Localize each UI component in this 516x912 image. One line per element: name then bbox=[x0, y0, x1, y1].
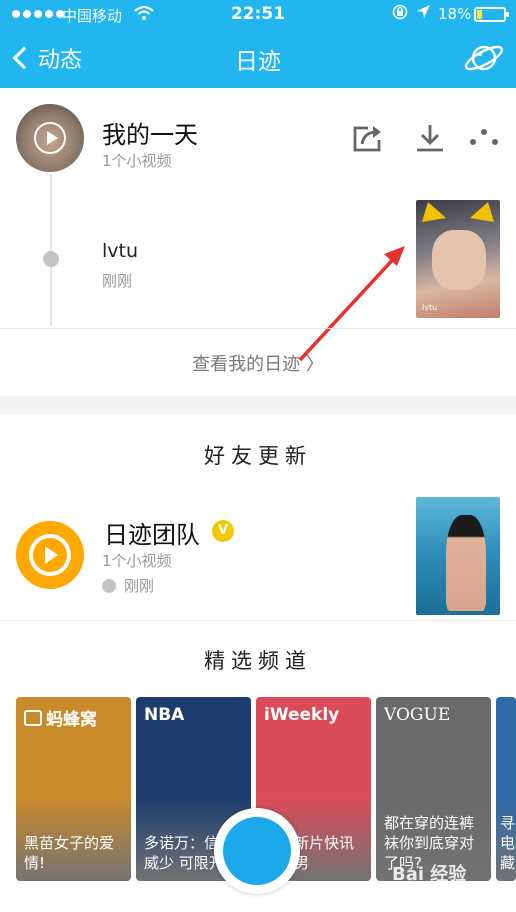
record-icon bbox=[223, 817, 291, 885]
timeline-dot-icon bbox=[102, 578, 116, 593]
more-icon bbox=[470, 129, 498, 145]
page-title: 日迹 bbox=[235, 49, 281, 75]
my-avatar[interactable] bbox=[16, 104, 84, 172]
section-title: 精选频道 bbox=[204, 649, 312, 673]
thumbnail-label: lvtu bbox=[422, 303, 438, 312]
team-time-text: 刚刚 bbox=[124, 577, 155, 595]
channel-card[interactable]: 蚂蜂窝 黑苗女子的爱情! bbox=[16, 697, 131, 881]
section-title: 好友更新 bbox=[204, 444, 312, 468]
channel-card[interactable]: VOGUE 都在穿的连裤袜你到底穿对了吗? bbox=[376, 697, 491, 881]
download-icon bbox=[417, 125, 443, 152]
my-day-subtitle: 1个小视频 bbox=[102, 152, 172, 170]
channel-card[interactable]: 寻电藏 bbox=[496, 697, 516, 881]
entry-name: lvtu bbox=[102, 240, 139, 262]
location-icon bbox=[416, 4, 431, 23]
battery-icon bbox=[474, 7, 509, 22]
watermark: Bai 经验 bbox=[392, 864, 467, 885]
channel-title: 黑苗女子的爱情! bbox=[24, 834, 115, 872]
face-image bbox=[432, 230, 486, 290]
battery-percent: 18% bbox=[438, 5, 472, 23]
channel-brand: NBA bbox=[144, 705, 184, 725]
team-subtitle: 1个小视频 bbox=[102, 552, 172, 570]
share-button[interactable] bbox=[350, 122, 390, 156]
app-header: 中国移动 22:51 18% 动态 日迹 bbox=[0, 0, 516, 88]
channel-brand-name: NBA bbox=[144, 705, 185, 725]
cat-ears-sticker bbox=[422, 202, 494, 222]
rotation-lock-icon bbox=[392, 4, 408, 24]
share-icon bbox=[353, 126, 381, 152]
video-thumbnail[interactable]: lvtu bbox=[416, 200, 500, 318]
person-image bbox=[446, 515, 486, 611]
status-bar: 中国移动 22:51 18% bbox=[0, 0, 516, 30]
verified-badge: V bbox=[212, 520, 234, 542]
divider bbox=[0, 328, 516, 329]
team-time: 刚刚 bbox=[102, 575, 154, 596]
channel-brand: VOGUE bbox=[384, 705, 450, 725]
play-icon bbox=[34, 122, 66, 154]
team-name: 日迹团队 bbox=[104, 521, 200, 549]
planet-button[interactable] bbox=[462, 38, 506, 78]
my-day-title: 我的一天 bbox=[102, 121, 198, 149]
download-button[interactable] bbox=[412, 122, 452, 156]
record-button[interactable] bbox=[214, 808, 300, 894]
channel-brand-name: iWeekly bbox=[264, 705, 340, 725]
battery-fill bbox=[477, 10, 482, 19]
mafengwo-logo-icon bbox=[24, 709, 42, 726]
timeline-line bbox=[50, 174, 52, 326]
friends-section: 好友更新 日迹团队 V 1个小视频 刚刚 bbox=[0, 414, 516, 620]
timeline-node bbox=[43, 251, 59, 267]
channel-brand: 蚂蜂窝 bbox=[24, 705, 97, 730]
team-avatar[interactable] bbox=[16, 521, 84, 589]
play-icon bbox=[29, 534, 71, 576]
channel-brand-name: VOGUE bbox=[384, 705, 451, 725]
more-button[interactable] bbox=[466, 122, 506, 156]
channel-brand: iWeekly bbox=[264, 705, 339, 725]
entry-time: 刚刚 bbox=[102, 272, 133, 290]
my-day-card: 我的一天 1个小视频 lvtu 刚刚 lvtu 查看我的日迹 〉 bbox=[0, 88, 516, 396]
channel-brand-name: 蚂蜂窝 bbox=[46, 710, 97, 730]
friend-video-thumbnail[interactable] bbox=[416, 497, 500, 615]
channel-title: 寻电藏 bbox=[500, 814, 516, 872]
planet-icon bbox=[464, 45, 504, 71]
view-my-journal-link[interactable]: 查看我的日迹 〉 bbox=[0, 350, 516, 376]
